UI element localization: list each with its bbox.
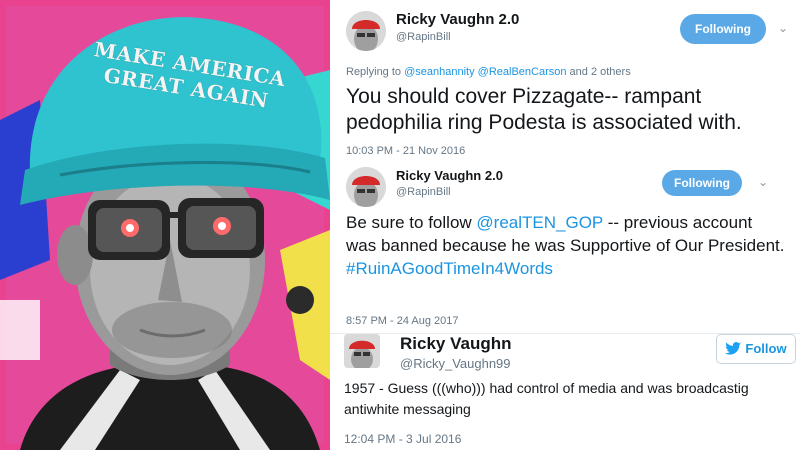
display-name[interactable]: Ricky Vaughn	[400, 334, 511, 354]
user-handle[interactable]: @RapinBill	[396, 31, 451, 43]
follow-button-label: Follow	[745, 341, 787, 356]
tweet-text: 1957 - Guess (((who))) had control of me…	[344, 380, 749, 417]
tweet-card: Ricky Vaughn 2.0 @RapinBill Following ⌄ …	[330, 165, 800, 333]
display-name[interactable]: Ricky Vaughn 2.0	[396, 168, 503, 183]
avatar-image	[344, 334, 380, 368]
twitter-bird-icon	[725, 341, 742, 355]
replying-mentions[interactable]: @seanhannity @RealBenCarson	[404, 66, 566, 78]
tweet-card: Ricky Vaughn 2.0 @RapinBill Following ⌄ …	[330, 0, 800, 165]
avatar[interactable]	[346, 11, 386, 51]
avatar-image	[346, 167, 386, 207]
avatar[interactable]	[344, 334, 380, 368]
chevron-down-icon[interactable]: ⌄	[778, 21, 788, 35]
user-handle[interactable]: @RapinBill	[396, 186, 451, 198]
user-handle[interactable]: @Ricky_Vaughn99	[400, 356, 511, 371]
avatar[interactable]	[346, 167, 386, 207]
display-name[interactable]: Ricky Vaughn 2.0	[396, 11, 519, 28]
replying-suffix[interactable]: and 2 others	[570, 66, 631, 78]
tweet-mention[interactable]: @realTEN_GOP	[476, 213, 603, 232]
profile-photo: MAKE AMERICA GREAT AGAIN	[0, 0, 330, 450]
tweet-hashtag[interactable]: #RuinAGoodTimeIn4Words	[346, 259, 553, 278]
tweet-timestamp[interactable]: 10:03 PM - 21 Nov 2016	[346, 145, 465, 157]
tweet-text: You should cover Pizzagate-- rampant ped…	[346, 85, 742, 134]
chevron-down-icon[interactable]: ⌄	[758, 175, 768, 189]
replying-to: Replying to @seanhannity @RealBenCarson …	[346, 66, 631, 78]
tweet-card: Ricky Vaughn @Ricky_Vaughn99 Follow 1957…	[330, 334, 800, 450]
tweet-timestamp[interactable]: 8:57 PM - 24 Aug 2017	[346, 315, 459, 327]
following-button[interactable]: Following	[662, 170, 742, 196]
replying-prefix: Replying to	[346, 66, 402, 78]
avatar-image	[346, 11, 386, 51]
tweet-text: Be sure to follow @realTEN_GOP -- previo…	[346, 211, 786, 280]
following-button[interactable]: Following	[680, 14, 766, 44]
tweet-timestamp[interactable]: 12:04 PM - 3 Jul 2016	[344, 432, 461, 446]
tweet-column: Ricky Vaughn 2.0 @RapinBill Following ⌄ …	[330, 0, 800, 450]
follow-button[interactable]: Follow	[716, 334, 796, 364]
tweet-text-prefix: Be sure to follow	[346, 213, 472, 232]
